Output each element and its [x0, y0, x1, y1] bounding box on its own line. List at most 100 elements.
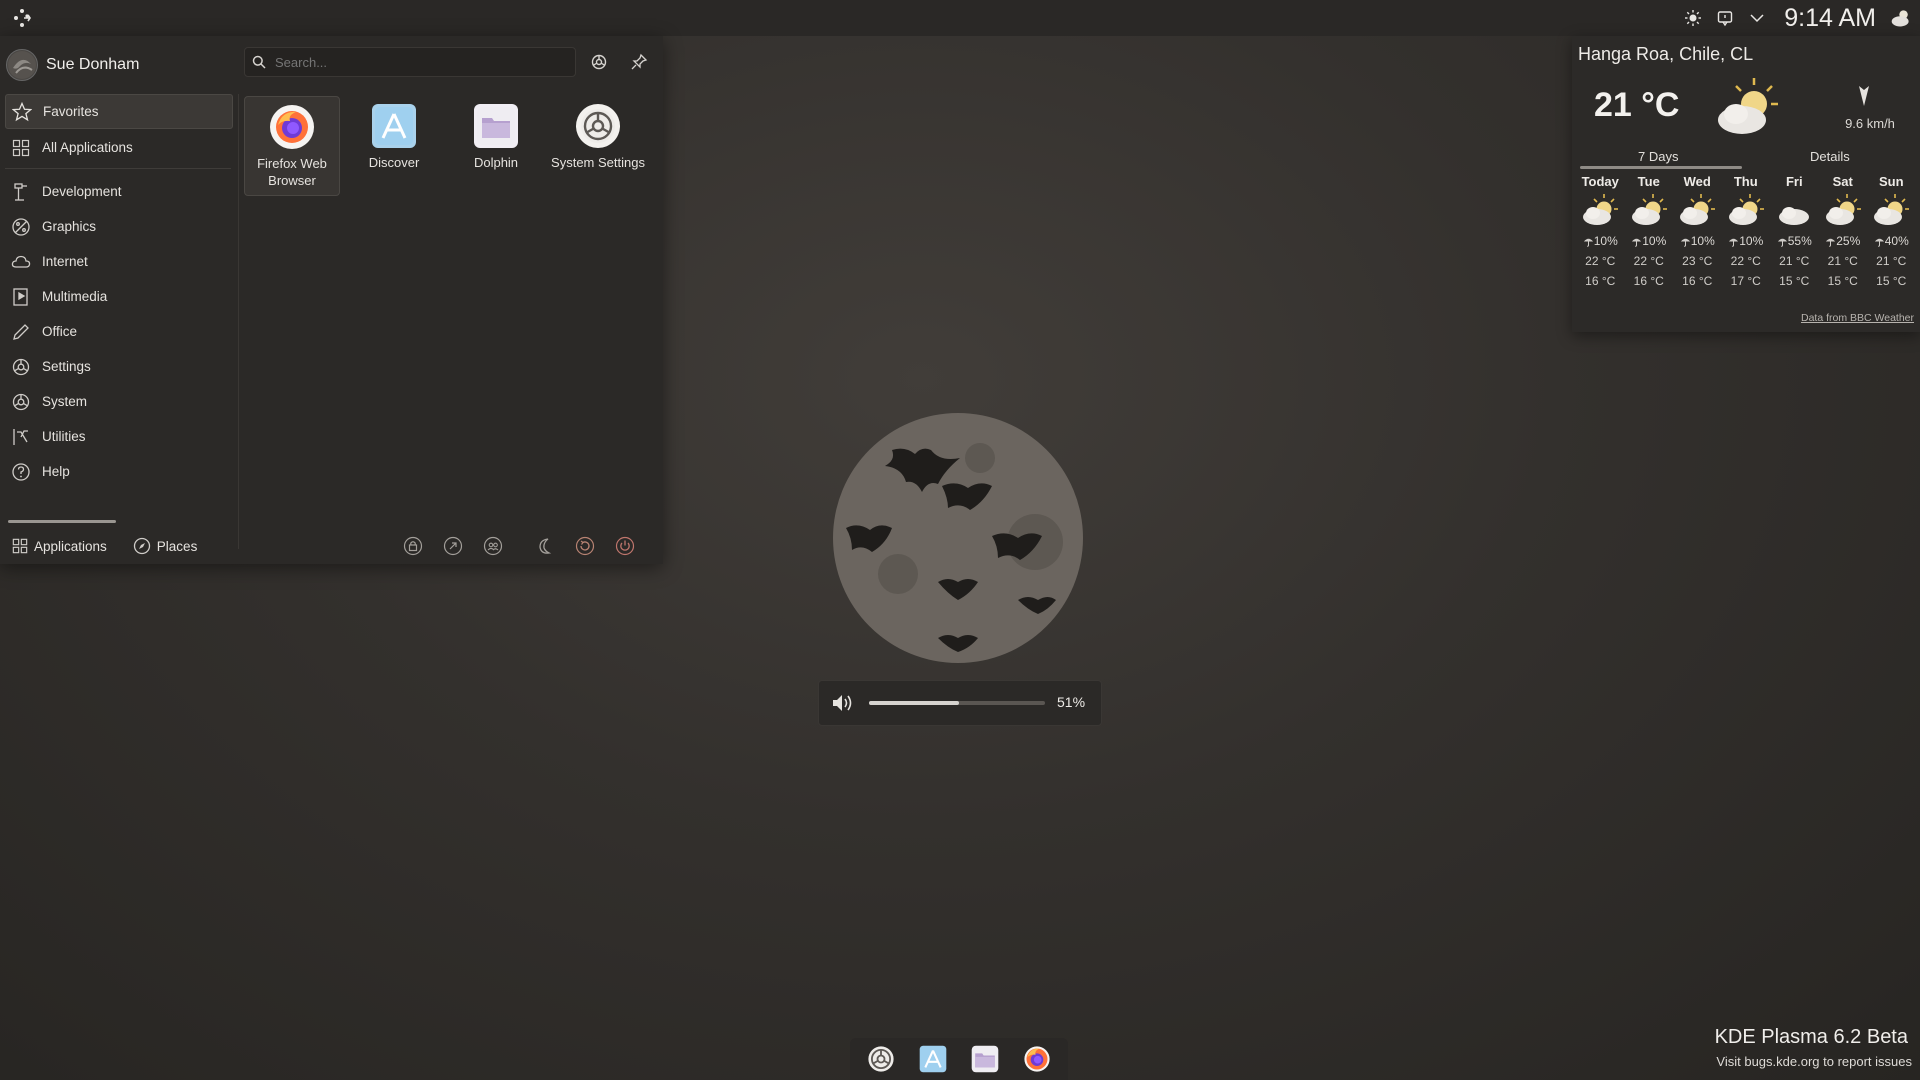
firefox-icon: [270, 105, 314, 149]
power-actions: [402, 532, 636, 560]
high-temp: 23 °C: [1682, 254, 1713, 268]
configure-button[interactable]: [585, 48, 613, 76]
user-name: Sue Donham: [46, 56, 140, 73]
app-discover[interactable]: Discover: [346, 96, 442, 196]
application-launcher: Sue Donham Favorites All Applications De…: [0, 36, 663, 564]
day-name: Fri: [1785, 174, 1803, 189]
volume-slider[interactable]: [869, 701, 1045, 705]
app-dolphin[interactable]: Dolphin: [448, 96, 544, 196]
search-field[interactable]: [244, 47, 576, 77]
tab-applications[interactable]: Applications: [12, 532, 107, 560]
forecast-day: Tue 10% 22 °C 16 °C: [1625, 174, 1674, 294]
high-temp: 21 °C: [1876, 254, 1907, 268]
partly-cloudy-icon: [1629, 192, 1669, 228]
umbrella-icon: [1777, 238, 1787, 247]
low-temp: 16 °C: [1682, 274, 1713, 288]
shutdown-icon[interactable]: [614, 532, 636, 560]
tab-details[interactable]: Details: [1810, 149, 1850, 164]
precipitation: 10%: [1680, 228, 1715, 254]
avatar[interactable]: [6, 49, 38, 81]
category-all-applications[interactable]: All Applications: [5, 131, 233, 164]
category-favorites[interactable]: Favorites: [5, 94, 233, 129]
clock[interactable]: 9:14 AM: [1784, 4, 1876, 33]
umbrella-icon: [1680, 238, 1690, 247]
precipitation: 55%: [1777, 228, 1812, 254]
category-settings[interactable]: Settings: [5, 350, 233, 383]
star-icon: [11, 101, 33, 123]
graphics-icon: [10, 216, 32, 238]
restart-icon[interactable]: [574, 532, 596, 560]
precipitation: 25%: [1825, 228, 1860, 254]
user-row[interactable]: Sue Donham: [6, 48, 139, 82]
app-name: Firefox Web Browser: [257, 156, 327, 188]
pin-button[interactable]: [625, 48, 653, 76]
switch-user-icon[interactable]: [482, 532, 504, 560]
app-system-settings[interactable]: System Settings: [550, 96, 646, 196]
speaker-icon: [831, 692, 855, 714]
forecast-day: Thu 10% 22 °C 17 °C: [1722, 174, 1771, 294]
category-development[interactable]: Development: [5, 175, 233, 208]
app-name: Discover: [368, 155, 420, 170]
category-utilities[interactable]: Utilities: [5, 420, 233, 453]
weather-icon[interactable]: [1890, 7, 1912, 29]
notifications-icon[interactable]: [1714, 7, 1736, 29]
category-label: Help: [42, 464, 70, 479]
search-input[interactable]: [273, 53, 567, 71]
brightness-icon[interactable]: [1682, 7, 1704, 29]
high-temp: 21 °C: [1779, 254, 1810, 268]
category-office[interactable]: Office: [5, 315, 233, 348]
weather-widget: Hanga Roa, Chile, CL 21 °C 9.6 km/h 7 Da…: [1572, 36, 1920, 332]
category-label: Graphics: [42, 219, 97, 234]
app-firefox[interactable]: Firefox Web Browser: [244, 96, 340, 196]
cloud-icon: [10, 251, 32, 273]
discover-icon[interactable]: [918, 1044, 948, 1074]
category-system[interactable]: System: [5, 385, 233, 418]
favorites-grid: Firefox Web Browser Discover Dolphin Sys…: [244, 96, 646, 196]
kde-launcher-icon: [14, 9, 31, 27]
category-label: Favorites: [43, 104, 99, 119]
high-temp: 22 °C: [1633, 254, 1664, 268]
wallpaper-moon-bats: [830, 410, 1090, 670]
volume-value: 51%: [1057, 694, 1086, 710]
forecast-day: Today 10% 22 °C 16 °C: [1576, 174, 1625, 294]
category-graphics[interactable]: Graphics: [5, 210, 233, 243]
forecast-day: Sat 25% 21 °C 15 °C: [1819, 174, 1868, 294]
high-temp: 22 °C: [1730, 254, 1761, 268]
partly-cloudy-icon: [1580, 192, 1620, 228]
precipitation-value: 25%: [1836, 234, 1861, 248]
utilities-icon: [10, 426, 32, 448]
lock-icon[interactable]: [402, 532, 424, 560]
app-name: System Settings: [551, 155, 645, 170]
tab-label: Applications: [34, 538, 107, 554]
weather-credit-link[interactable]: Data from BBC Weather: [1801, 312, 1914, 324]
category-internet[interactable]: Internet: [5, 245, 233, 278]
chevron-down-icon[interactable]: [1746, 7, 1768, 29]
category-label: System: [42, 394, 88, 409]
precipitation: 10%: [1728, 228, 1763, 254]
tab-label: Places: [156, 538, 198, 554]
dolphin-icon[interactable]: [970, 1044, 1000, 1074]
category-multimedia[interactable]: Multimedia: [5, 280, 233, 313]
application-launcher-button[interactable]: [6, 3, 38, 33]
day-name: Today: [1581, 174, 1619, 189]
grid-icon: [10, 137, 32, 159]
logout-icon[interactable]: [442, 532, 464, 560]
category-label: Internet: [42, 254, 88, 269]
multimedia-icon: [10, 286, 32, 308]
pencil-icon: [10, 321, 32, 343]
system-settings-icon[interactable]: [866, 1044, 896, 1074]
forecast-day: Fri 55% 21 °C 15 °C: [1770, 174, 1819, 294]
forecast-day: Wed 10% 23 °C 16 °C: [1673, 174, 1722, 294]
low-temp: 16 °C: [1633, 274, 1664, 288]
gear-icon: [591, 54, 607, 70]
high-temp: 22 °C: [1585, 254, 1616, 268]
volume-osd: 51%: [818, 680, 1102, 726]
firefox-icon[interactable]: [1022, 1044, 1052, 1074]
category-sidebar: Favorites All Applications Development G…: [5, 94, 233, 490]
category-label: Development: [42, 184, 122, 199]
volume-slider-fill: [869, 701, 959, 705]
tab-places[interactable]: Places: [133, 532, 198, 560]
tab-7-days[interactable]: 7 Days: [1638, 149, 1678, 164]
sleep-icon[interactable]: [534, 532, 556, 560]
category-help[interactable]: Help: [5, 455, 233, 488]
